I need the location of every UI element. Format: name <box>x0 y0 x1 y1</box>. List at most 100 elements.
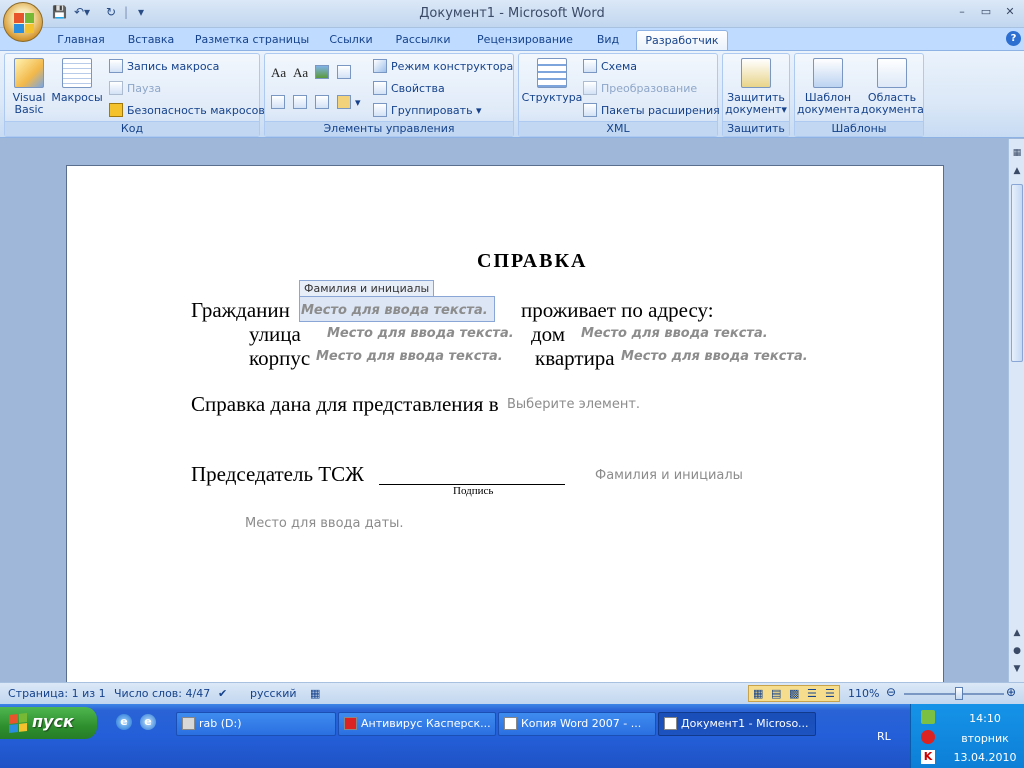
previous-page-icon[interactable]: ▲ <box>1010 627 1024 641</box>
language-indicator[interactable]: русский <box>250 687 297 700</box>
macro-record-icon[interactable]: ▦ <box>310 687 320 700</box>
clock-time[interactable]: 14:10 <box>947 712 1023 725</box>
scroll-thumb[interactable] <box>1011 184 1023 362</box>
schema-button[interactable]: Схема <box>583 58 637 76</box>
drive-icon <box>182 717 195 730</box>
record-macro-button[interactable]: Запись макроса <box>109 58 219 76</box>
content-control-tag[interactable]: Фамилия и инициалы <box>299 280 435 296</box>
office-button[interactable] <box>3 2 43 42</box>
street-placeholder[interactable]: Место для ввода текста. <box>327 326 514 341</box>
citizen-name-placeholder[interactable]: Место для ввода текста. <box>301 303 488 318</box>
ruler-toggle-icon[interactable]: ▦ <box>1010 147 1024 161</box>
word-count[interactable]: Число слов: 4/47 <box>114 687 210 700</box>
expansion-packs-button[interactable]: Пакеты расширения <box>583 102 720 120</box>
design-mode-button[interactable]: Режим конструктора <box>373 58 513 76</box>
office-logo-icon <box>14 13 34 33</box>
schema-icon <box>583 59 597 73</box>
date-picker-control-icon[interactable] <box>293 94 311 112</box>
legacy-tools-icon[interactable]: ▾ <box>337 94 361 112</box>
house-placeholder[interactable]: Место для ввода текста. <box>581 326 768 341</box>
web-layout-icon[interactable]: ▩ <box>789 687 799 700</box>
building-block-control-icon[interactable] <box>315 94 333 112</box>
help-icon[interactable]: ? <box>1006 31 1021 46</box>
tab-references[interactable]: Ссылки <box>324 30 378 50</box>
next-page-icon[interactable]: ▼ <box>1010 663 1024 677</box>
visual-basic-icon <box>14 58 44 88</box>
task-rab-drive-label: rab (D:) <box>199 717 242 730</box>
spelling-check-icon[interactable]: ✔ <box>218 687 227 700</box>
pause-button[interactable]: Пауза <box>109 80 161 98</box>
page-count[interactable]: Страница: 1 из 1 <box>8 687 106 700</box>
macro-security-button[interactable]: Безопасность макросов <box>109 102 265 120</box>
start-button[interactable]: пуск <box>0 707 97 739</box>
zoom-slider-track[interactable] <box>904 693 1004 695</box>
protect-document-button[interactable]: Защитить документ▾ <box>725 58 787 116</box>
properties-icon <box>373 81 387 95</box>
document-info-icon <box>877 58 907 88</box>
design-mode-icon <box>373 59 387 73</box>
tab-view[interactable]: Вид <box>592 30 624 50</box>
document-template-button[interactable]: Шаблон документа <box>797 58 860 116</box>
apartment-placeholder[interactable]: Место для ввода текста. <box>621 349 808 364</box>
issued-for-label: Справка дана для представления в <box>191 392 499 416</box>
date-placeholder[interactable]: Место для ввода даты. <box>245 516 404 531</box>
pause-label: Пауза <box>127 82 162 95</box>
task-document1[interactable]: Документ1 - Microso... <box>658 712 816 736</box>
tab-page-layout[interactable]: Разметка страницы <box>194 30 310 50</box>
ie-icon[interactable]: e <box>116 714 132 730</box>
plain-text-control-icon[interactable]: Aa <box>293 64 308 82</box>
close-button[interactable]: ✕ <box>998 4 1022 21</box>
properties-button[interactable]: Свойства <box>373 80 445 98</box>
task-kaspersky[interactable]: Антивирус Касперск... <box>338 712 496 736</box>
windows-logo-icon <box>9 713 27 733</box>
picture-control-icon[interactable] <box>315 64 333 82</box>
tab-mailings[interactable]: Рассылки <box>390 30 456 50</box>
shield-icon[interactable] <box>921 730 935 744</box>
document-page[interactable]: СПРАВКА Гражданин Фамилия и инициалы Мес… <box>66 165 944 695</box>
zoom-level[interactable]: 110% <box>848 687 879 700</box>
vertical-scrollbar[interactable]: ▦ ▲ ▲ ● ▼ <box>1008 139 1024 682</box>
lock-icon <box>741 58 771 88</box>
view-buttons[interactable]: ▦ ▤ ▩ ☰ ☰ <box>748 685 840 702</box>
browse-object-icon[interactable]: ● <box>1010 645 1024 659</box>
group-xml-label: XML <box>519 121 717 136</box>
protect-document-label: Защитить документ <box>725 91 785 116</box>
group-button[interactable]: Группировать ▾ <box>373 102 482 120</box>
restore-button[interactable]: ▭ <box>974 4 998 21</box>
transform-button[interactable]: Преобразование <box>583 80 697 98</box>
zoom-out-icon[interactable]: ⊖ <box>886 685 896 699</box>
structure-button[interactable]: Структура <box>521 58 583 104</box>
rich-text-control-icon[interactable]: Aa <box>271 64 286 82</box>
tab-developer[interactable]: Разработчик <box>636 30 728 51</box>
combo-box-control-icon[interactable] <box>337 64 355 82</box>
kaspersky-tray-icon[interactable]: K <box>921 750 935 764</box>
scroll-up-icon[interactable]: ▲ <box>1010 165 1024 179</box>
ie-alt-icon[interactable]: e <box>140 714 156 730</box>
macros-button[interactable]: Макросы <box>51 58 103 104</box>
language-bar[interactable]: RL <box>877 730 891 743</box>
task-word-copy[interactable]: Копия Word 2007 - ... <box>498 712 656 736</box>
print-layout-icon[interactable]: ▦ <box>753 687 763 700</box>
dropdown-control-icon[interactable] <box>271 94 289 112</box>
document-template-label: Шаблон документа <box>797 91 860 116</box>
visual-basic-button[interactable]: Visual Basic <box>9 58 49 116</box>
tab-home[interactable]: Главная <box>52 30 110 50</box>
draft-icon[interactable]: ☰ <box>825 687 835 700</box>
task-rab-drive[interactable]: rab (D:) <box>176 712 336 736</box>
zoom-in-icon[interactable]: ⊕ <box>1006 685 1016 699</box>
choose-item-dropdown[interactable]: Выберите элемент. <box>507 397 640 412</box>
group-protect: Защитить документ▾ Защитить <box>722 53 790 137</box>
zoom-slider-thumb[interactable] <box>955 687 963 700</box>
network-icon[interactable] <box>921 710 935 724</box>
tab-review[interactable]: Рецензирование <box>470 30 580 50</box>
tab-insert[interactable]: Вставка <box>122 30 180 50</box>
minimize-button[interactable]: – <box>950 4 974 21</box>
building-placeholder[interactable]: Место для ввода текста. <box>316 349 503 364</box>
reading-layout-icon[interactable]: ▤ <box>771 687 781 700</box>
outline-icon[interactable]: ☰ <box>807 687 817 700</box>
group-code: Visual Basic Макросы Запись макроса Пауз… <box>4 53 265 137</box>
document-panel-button[interactable]: Область документа <box>861 58 924 116</box>
chairman-name-placeholder[interactable]: Фамилия и инициалы <box>595 468 743 483</box>
expansion-packs-icon <box>583 103 597 117</box>
structure-icon <box>537 58 567 88</box>
